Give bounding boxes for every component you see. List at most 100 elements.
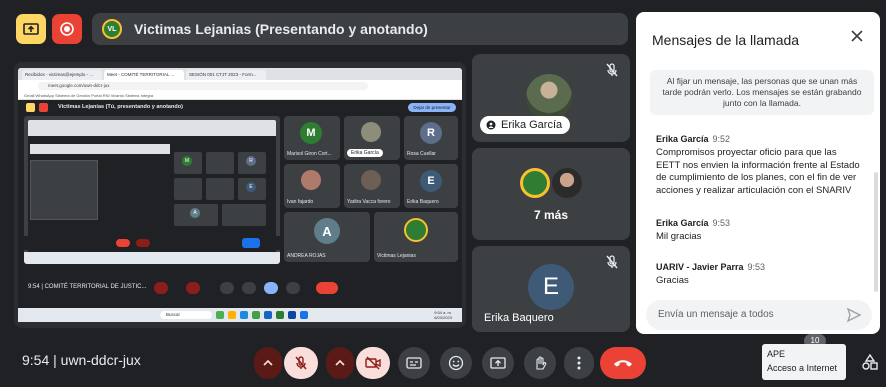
- message-author: Erika García: [656, 218, 709, 228]
- message-author: UARIV - Javier Parra: [656, 262, 744, 272]
- message-author: Erika García: [656, 134, 709, 144]
- audio-options-button[interactable]: [254, 347, 282, 379]
- camera-off-icon: [365, 356, 381, 370]
- participant-tile-erika-garcia[interactable]: Erika García: [472, 54, 630, 142]
- browser-url: meet.google.com/uwn-ddcr-jux: [38, 81, 368, 90]
- more-participants-count: 7 más: [533, 208, 569, 222]
- taskbar-search: Buscar: [160, 311, 212, 319]
- reactions-button[interactable]: [440, 347, 472, 379]
- camera-toggle-button[interactable]: [356, 347, 390, 379]
- participant-photo: [361, 170, 381, 190]
- message-time: 9:52: [712, 134, 731, 144]
- chat-panel: Mensajes de la llamada Al fijar un mensa…: [636, 12, 880, 334]
- top-bar: VL Victimas Lejanias (Presentando y anot…: [0, 0, 630, 56]
- message-text: Compromisos proyectar oficio para que la…: [656, 147, 860, 196]
- close-icon: [851, 30, 863, 42]
- browser-tab-strip: Recibidos - victimas@ejemplo - ... Meet …: [18, 68, 462, 80]
- shared-tile: E Erika Baquero: [404, 164, 458, 208]
- present-to-all-icon: [490, 357, 506, 369]
- shared-tile: Erika García: [344, 116, 400, 160]
- mic-off-icon: [606, 255, 618, 269]
- shared-control-bar: 9:54 | COMITÉ TERRITORIAL DE JUSTIC...: [18, 274, 462, 304]
- shared-tile: R Rosa Cuellar: [404, 116, 458, 160]
- microphone-toggle-button[interactable]: [284, 347, 318, 379]
- record-icon: [60, 22, 74, 36]
- chat-message-input[interactable]: Envía un mensaje a todos: [646, 300, 872, 330]
- browser-tab: Meet - COMITÉ TERRITORIAL ...: [104, 70, 184, 80]
- closed-captions-icon: [406, 357, 422, 369]
- chat-input-placeholder: Envía un mensaje a todos: [658, 309, 774, 320]
- message-text: Gracias: [656, 275, 689, 286]
- call-end-icon: [614, 360, 632, 367]
- chat-scrollbar[interactable]: [874, 172, 878, 292]
- tooltip-title: APE: [767, 349, 786, 359]
- participant-photo: [361, 122, 381, 142]
- more-vert-icon: [577, 356, 581, 370]
- shared-tile: M Marisol Giron Cort...: [284, 116, 340, 160]
- shapes-icon: [862, 353, 878, 370]
- more-participants-tile[interactable]: 7 más: [472, 148, 630, 240]
- shared-tile: A ANDREA ROJAS: [284, 212, 370, 262]
- chevron-up-icon: [335, 359, 345, 366]
- activities-button[interactable]: [860, 352, 880, 372]
- mic-off-icon: [606, 63, 618, 77]
- mic-off-icon: [295, 356, 307, 370]
- participant-name-pill: Erika García: [480, 116, 571, 134]
- participant-name: Erika García: [501, 119, 563, 131]
- message-text: Mil gracias: [656, 231, 702, 242]
- meeting-info: 9:54 | uwn-ddcr-jux: [22, 352, 141, 368]
- shared-screen: Recibidos - victimas@ejemplo - ... Meet …: [14, 62, 466, 328]
- participant-avatar-letter: E: [528, 264, 574, 310]
- chat-message: Erika García 9:53 Mil gracias: [656, 218, 862, 244]
- pin-info-note: Al fijar un mensaje, las personas que se…: [650, 70, 874, 115]
- network-tooltip: APE Acceso a Internet: [762, 344, 846, 380]
- participant-logo: [520, 168, 550, 198]
- participant-logo: [404, 218, 428, 242]
- more-options-button[interactable]: [564, 347, 594, 379]
- chat-title: Mensajes de la llamada: [652, 32, 800, 48]
- chat-message: Erika García 9:52 Compromisos proyectar o…: [656, 134, 862, 197]
- recording-button[interactable]: [52, 14, 82, 44]
- raise-hand-icon: [536, 356, 547, 370]
- participant-photo: [526, 74, 572, 120]
- presentation-button[interactable]: [16, 14, 46, 44]
- pin-icon: [486, 120, 496, 130]
- shared-meet-view: Victimas Lejanías (Tú, presentando y ano…: [18, 100, 462, 322]
- presenter-banner: VL Victimas Lejanias (Presentando y anot…: [92, 13, 628, 45]
- bottom-control-bar: 9:54 | uwn-ddcr-jux 10 APE Acceso a Inte…: [0, 334, 886, 387]
- chevron-up-icon: [263, 359, 273, 366]
- emoji-icon: [448, 355, 464, 371]
- shared-tile: Victimas Lejanias: [374, 212, 458, 262]
- browser-url-bar: meet.google.com/uwn-ddcr-jux: [18, 80, 462, 91]
- participant-tile-erika-baquero[interactable]: E Erika Baquero: [472, 246, 630, 332]
- message-time: 9:53: [747, 262, 766, 272]
- message-time: 9:53: [712, 218, 731, 228]
- presenter-avatar: VL: [102, 19, 122, 39]
- shared-tile: Ivan fajardo: [284, 164, 340, 208]
- participant-photo: [552, 168, 582, 198]
- recursive-screen: M R E A: [24, 116, 280, 264]
- participant-name: Erika Baquero: [484, 312, 554, 324]
- captions-button[interactable]: [398, 347, 430, 379]
- leave-call-button[interactable]: [600, 347, 646, 379]
- shared-meet-title: Victimas Lejanías (Tú, presentando y ano…: [58, 104, 183, 110]
- chat-message: UARIV - Javier Parra 9:53 Gracias: [656, 262, 862, 288]
- shared-present-icon: [26, 102, 35, 112]
- close-chat-button[interactable]: [848, 28, 866, 46]
- shared-record-icon: [39, 102, 48, 112]
- raise-hand-button[interactable]: [524, 347, 556, 379]
- stop-presenting-button: Dejar de presentar: [408, 103, 456, 112]
- participant-photo: [301, 170, 321, 190]
- shared-tile: Yadira Vacca forero: [344, 164, 400, 208]
- present-now-button[interactable]: [482, 347, 514, 379]
- shared-taskbar: Buscar 9:54 a. m. 6/03/2023: [18, 308, 462, 322]
- send-icon[interactable]: [846, 307, 862, 323]
- video-options-button[interactable]: [326, 347, 354, 379]
- browser-bookmarks: Gmail WhatsApp Sistema de Gestión Portal…: [18, 91, 462, 100]
- browser-tab: Recibidos - victimas@ejemplo - ...: [22, 70, 102, 80]
- tooltip-body: Acceso a Internet: [767, 363, 838, 373]
- shared-browser-window: Recibidos - victimas@ejemplo - ... Meet …: [18, 68, 462, 322]
- present-to-all-icon: [23, 23, 39, 35]
- taskbar-clock: 9:54 a. m. 6/03/2023: [434, 310, 452, 320]
- presenter-title: Victimas Lejanias (Presentando y anotand…: [134, 21, 428, 37]
